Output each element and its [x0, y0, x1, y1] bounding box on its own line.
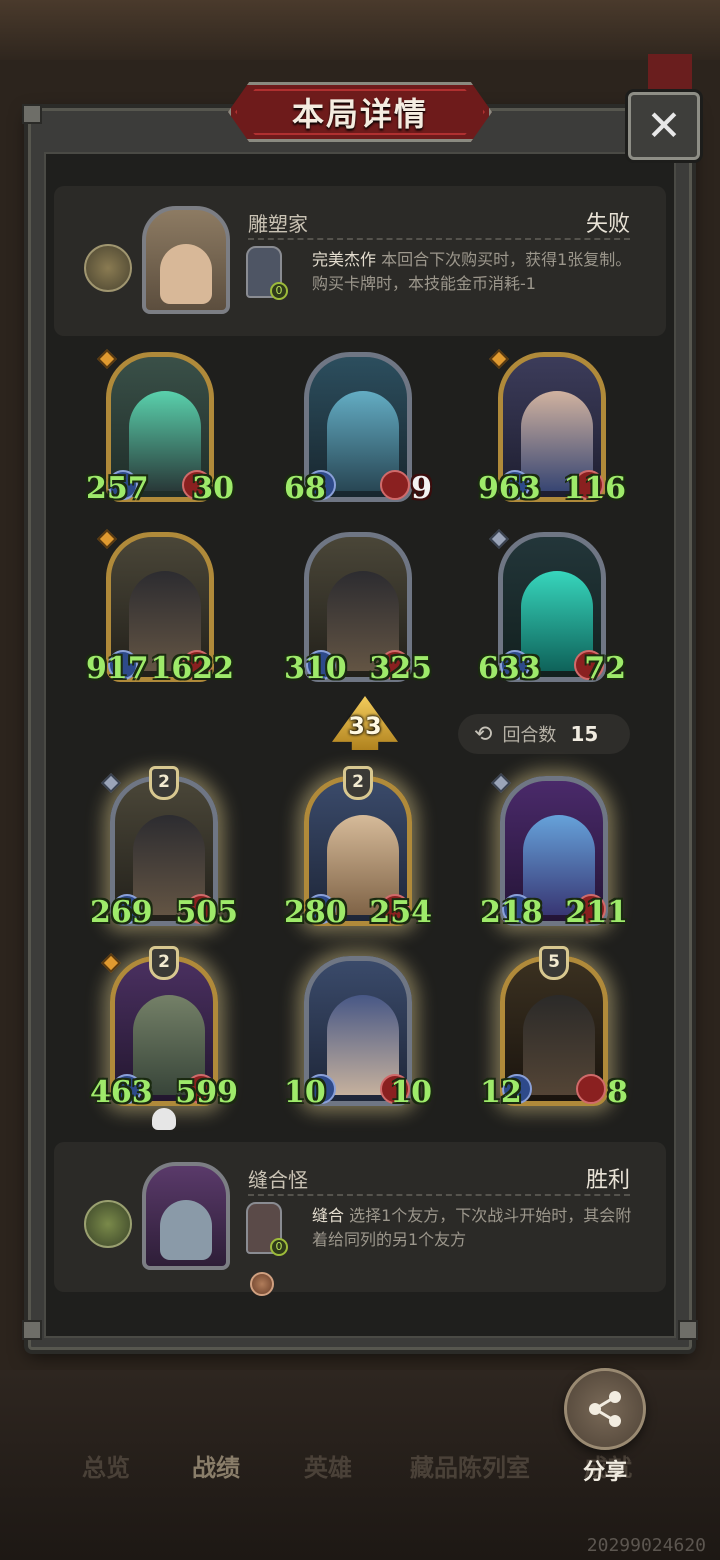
skill-cost-badge: 0 — [270, 1238, 288, 1256]
card-attack: 310 — [284, 651, 347, 686]
tier-badge: 5 — [539, 946, 569, 980]
frame-corner — [678, 1320, 698, 1340]
loop-icon: ⟲ — [474, 721, 493, 747]
health-ring — [380, 470, 410, 500]
tab-collection[interactable]: 藏品陈列室 — [410, 1448, 530, 1483]
enemy-card[interactable]: 917 1622 — [86, 529, 234, 692]
rounds-counter: ⟲ 回合数 15 — [458, 714, 630, 754]
card-gem — [97, 349, 117, 369]
card-health: 30 — [192, 471, 234, 506]
share-button[interactable] — [564, 1368, 646, 1450]
player-card[interactable]: 10 10 — [284, 956, 432, 1116]
enemy-card[interactable]: 963 116 — [478, 349, 626, 512]
player-rank-badge — [84, 1200, 132, 1248]
divider — [248, 238, 630, 240]
opponent-panel: 雕塑家 失败 0 完美杰作 本回合下次购买时，获得1张复制。购买卡牌时，本技能金… — [54, 186, 666, 336]
opponent-rank-badge — [84, 244, 132, 292]
frame-corner — [22, 104, 42, 124]
card-health: 1622 — [150, 651, 235, 686]
player-avatar[interactable] — [142, 1162, 230, 1270]
enemy-card[interactable]: 68 9 — [284, 352, 432, 512]
player-result: 胜利 — [585, 1168, 630, 1193]
close-button[interactable]: ✕ — [628, 92, 700, 160]
player-name: 缝合怪 — [248, 1168, 308, 1192]
frame-corner — [22, 1320, 42, 1340]
enemy-card[interactable]: 310 325 — [284, 532, 432, 692]
tab-overview[interactable]: 总览 — [82, 1448, 130, 1483]
player-skill-desc: 缝合 选择1个友方，下次战斗开始时，其会附着给同列的另1个友方 — [312, 1204, 632, 1252]
divider — [248, 1194, 630, 1196]
rounds-value: 15 — [570, 722, 599, 746]
card-attack: 963 — [478, 471, 541, 506]
card-health: 599 — [175, 1075, 238, 1110]
player-skill-icon[interactable]: 0 — [246, 1202, 288, 1256]
card-health: 9 — [411, 471, 432, 506]
card-attack: 917 — [86, 651, 149, 686]
avatar-face — [160, 1200, 212, 1260]
card-attack: 68 — [284, 471, 326, 506]
card-attack: 463 — [90, 1075, 153, 1110]
background-top — [0, 0, 720, 60]
card-health: 116 — [563, 471, 626, 506]
tier-badge: 2 — [343, 766, 373, 800]
coin-icon — [250, 1272, 274, 1296]
damage-indicator: 33 — [332, 696, 398, 750]
share-label[interactable]: 分享 — [574, 1454, 636, 1486]
skill-cost-badge: 0 — [270, 282, 288, 300]
card-gem — [491, 773, 511, 793]
tier-badge: 2 — [149, 766, 179, 800]
skill-name: 缝合 — [312, 1206, 345, 1225]
player-card[interactable]: 2 280 254 — [284, 766, 432, 936]
card-gem — [489, 529, 509, 549]
player-card[interactable]: 2 269 505 — [90, 766, 238, 936]
tab-heroes[interactable]: 英雄 — [304, 1448, 352, 1483]
card-health: 254 — [369, 895, 432, 930]
skill-name: 完美杰作 — [312, 250, 377, 269]
opponent-avatar[interactable] — [142, 206, 230, 314]
player-card[interactable]: 218 211 — [480, 773, 628, 936]
player-card[interactable]: 5 12 8 — [480, 946, 628, 1116]
rounds-label: 回合数 — [502, 725, 557, 746]
card-health: 8 — [607, 1075, 628, 1110]
card-gem — [97, 529, 117, 549]
dialog-title: 本局详情 — [291, 95, 428, 133]
opponent-name: 雕塑家 — [248, 212, 308, 236]
card-attack: 12 — [480, 1075, 522, 1110]
card-attack: 218 — [480, 895, 543, 930]
card-attack: 269 — [90, 895, 153, 930]
tab-record[interactable]: 战绩 — [192, 1448, 240, 1483]
card-gem — [489, 349, 509, 369]
card-health: 72 — [584, 651, 626, 686]
player-panel: 缝合怪 胜利 0 缝合 选择1个友方，下次战斗开始时，其会附着给同列的另1个友方 — [54, 1142, 666, 1296]
avatar-face — [160, 244, 212, 304]
banner-flag — [648, 54, 692, 94]
tier-badge: 2 — [149, 946, 179, 980]
skull-icon — [152, 1108, 176, 1130]
opponent-skill-desc: 完美杰作 本回合下次购买时，获得1张复制。购买卡牌时，本技能金币消耗-1 — [312, 248, 632, 296]
card-health: 211 — [565, 895, 628, 930]
build-code: 20299024620 — [586, 1535, 706, 1556]
health-ring — [576, 1074, 606, 1104]
opponent-skill-icon[interactable]: 0 — [246, 246, 288, 300]
title-plate: 本局详情 — [228, 82, 492, 142]
enemy-card[interactable]: 633 72 — [478, 529, 626, 692]
card-attack: 280 — [284, 895, 347, 930]
card-gem — [101, 773, 121, 793]
card-attack: 10 — [284, 1075, 326, 1110]
enemy-card[interactable]: 257 30 — [86, 349, 234, 512]
share-icon — [589, 1391, 621, 1427]
skill-text: 选择1个友方，下次战斗开始时，其会附着给同列的另1个友方 — [312, 1206, 632, 1249]
card-health: 505 — [175, 895, 238, 930]
card-gem — [101, 953, 121, 973]
card-attack: 633 — [478, 651, 541, 686]
damage-value: 33 — [348, 712, 382, 740]
player-card[interactable]: 2 463 599 — [90, 946, 238, 1130]
close-icon: ✕ — [646, 101, 682, 150]
card-health: 10 — [390, 1075, 432, 1110]
card-health: 325 — [369, 651, 432, 686]
card-attack: 257 — [86, 471, 149, 506]
opponent-result: 失败 — [585, 212, 630, 237]
